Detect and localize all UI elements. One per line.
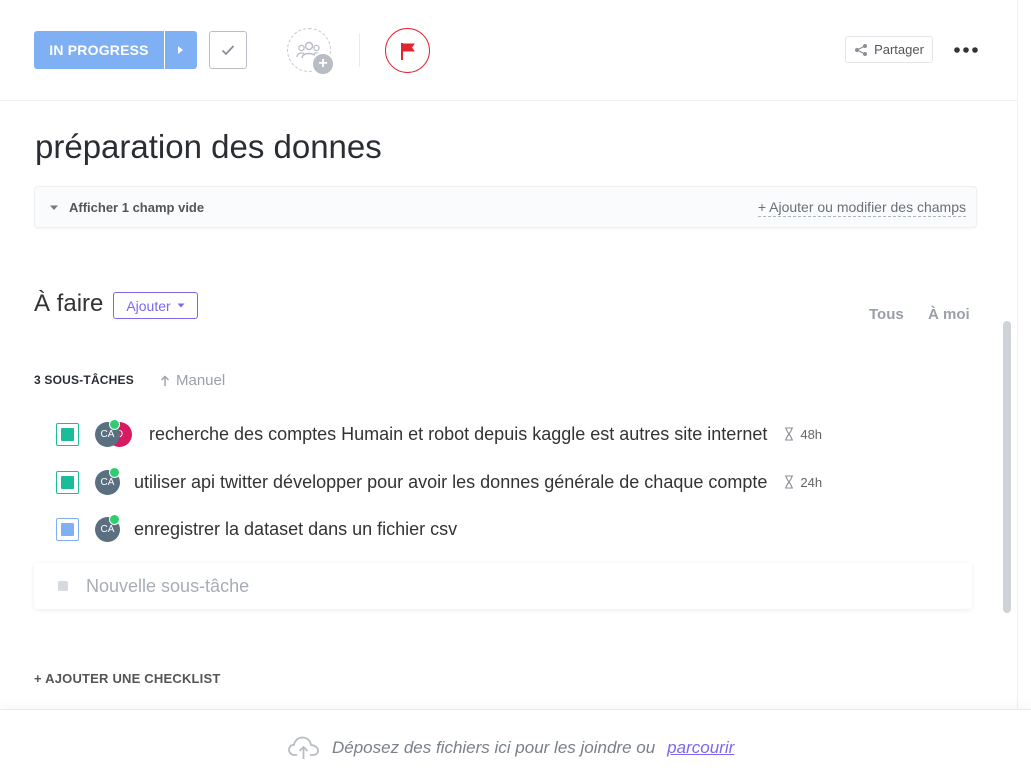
scrollbar-track: [1017, 0, 1031, 708]
subtask-status-toggle[interactable]: [56, 517, 79, 541]
time-estimate[interactable]: 48h: [784, 427, 822, 442]
subtask-name[interactable]: utiliser api twitter développer pour avo…: [134, 472, 767, 493]
cloud-upload-icon: [288, 736, 319, 759]
status-fill: [61, 475, 74, 489]
dropzone-content: Déposez des fichiers ici pour les joindr…: [288, 736, 734, 760]
show-empty-fields-label: Afficher 1 champ vide: [69, 200, 205, 215]
subtask-row[interactable]: D CA recherche des comptes Humain et rob…: [56, 419, 822, 447]
subtasks-count: 3 SOUS-TÂCHES: [34, 373, 134, 387]
file-dropzone[interactable]: Déposez des fichiers ici pour les joindr…: [0, 709, 1031, 782]
arrow-up-icon: [161, 375, 169, 386]
filter-all-tab[interactable]: Tous: [869, 306, 904, 323]
show-empty-fields-toggle[interactable]: Afficher 1 champ vide: [49, 200, 204, 215]
task-toolbar: IN PROGRESS + Partager: [0, 0, 1017, 101]
subtask-status-toggle[interactable]: [56, 422, 79, 446]
hourglass-icon: [785, 427, 794, 441]
checkmark-icon: [221, 45, 235, 56]
subtask-status-toggle[interactable]: [56, 470, 79, 494]
subtask-name[interactable]: recherche des comptes Humain et robot de…: [149, 424, 767, 445]
flag-icon: [400, 42, 415, 60]
more-options-button[interactable]: [952, 36, 980, 64]
hourglass-icon: [785, 475, 794, 489]
share-button[interactable]: Partager: [845, 36, 933, 63]
add-checklist-button[interactable]: + AJOUTER UNE CHECKLIST: [34, 671, 221, 686]
time-estimate[interactable]: 24h: [784, 475, 822, 490]
status-fill: [61, 427, 74, 441]
plus-icon: +: [311, 52, 335, 76]
subtask-row[interactable]: CA utiliser api twitter développer pour …: [56, 467, 822, 495]
estimate-value: 24h: [800, 474, 823, 490]
status-fill: [61, 522, 74, 536]
task-title[interactable]: préparation des donnes: [35, 128, 382, 166]
assignee-group: CA: [95, 467, 134, 495]
dropzone-text: Déposez des fichiers ici pour les joindr…: [332, 738, 656, 757]
todo-section-title: À faire: [34, 290, 104, 317]
status-button[interactable]: IN PROGRESS: [34, 31, 164, 69]
add-dropdown-button[interactable]: Ajouter: [113, 292, 198, 319]
share-icon: [855, 43, 868, 56]
online-indicator: [109, 467, 120, 478]
subtask-name[interactable]: enregistrer la dataset dans un fichier c…: [134, 519, 457, 540]
more-dots-icon: [954, 47, 978, 53]
browse-link[interactable]: parcourir: [667, 738, 734, 758]
priority-flag-button[interactable]: [385, 28, 430, 73]
caret-down-icon: [50, 205, 58, 210]
square-bullet-icon: [58, 581, 68, 591]
edit-fields-link[interactable]: + Ajouter ou modifier des champs: [757, 199, 966, 217]
scrollbar-thumb[interactable]: [1003, 321, 1011, 613]
chevron-right-icon: [178, 46, 183, 54]
online-indicator: [109, 514, 120, 525]
assignee-group: CA: [95, 514, 134, 542]
custom-fields-bar: Afficher 1 champ vide + Ajouter ou modif…: [34, 186, 977, 228]
complete-task-button[interactable]: [209, 31, 247, 69]
online-indicator: [109, 419, 120, 430]
caret-down-icon: [177, 303, 185, 308]
add-dropdown-label: Ajouter: [126, 297, 171, 314]
new-subtask-input[interactable]: Nouvelle sous-tâche: [34, 563, 972, 609]
filter-me-tab[interactable]: À moi: [928, 306, 970, 323]
next-status-button[interactable]: [165, 31, 197, 69]
estimate-value: 48h: [800, 426, 823, 442]
assignee-group: D CA: [95, 419, 149, 447]
share-label: Partager: [874, 42, 924, 57]
new-subtask-placeholder: Nouvelle sous-tâche: [86, 575, 250, 596]
sort-button[interactable]: Manuel: [160, 372, 225, 389]
sort-label: Manuel: [176, 372, 226, 389]
toolbar-divider: [359, 33, 360, 67]
subtask-row[interactable]: CA enregistrer la dataset dans un fichie…: [56, 514, 457, 542]
